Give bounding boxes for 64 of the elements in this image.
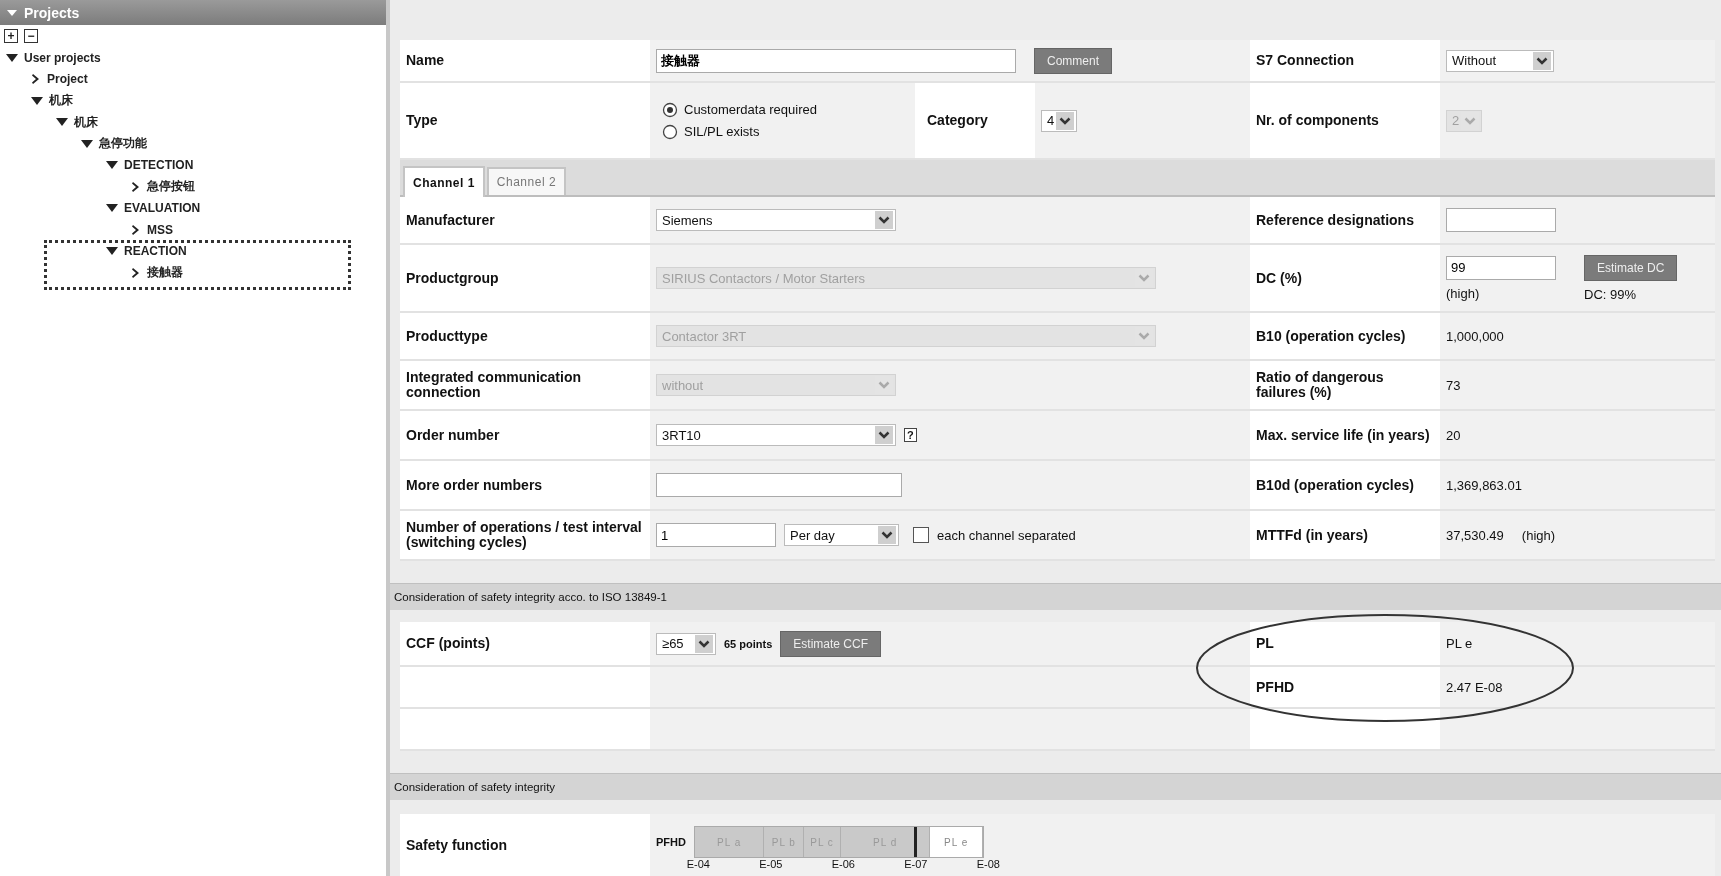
text-field[interactable] bbox=[656, 473, 902, 497]
field-note: (high) bbox=[1446, 285, 1481, 301]
chevron-down-icon bbox=[695, 634, 713, 653]
help-button[interactable]: ? bbox=[904, 428, 917, 442]
text-field[interactable] bbox=[1446, 208, 1556, 232]
radio-button[interactable] bbox=[662, 123, 678, 140]
tree-item[interactable]: User projects bbox=[24, 50, 101, 65]
result-value: PL e bbox=[1440, 622, 1715, 667]
estimate-ccf-button[interactable]: Estimate CCF bbox=[780, 630, 881, 657]
text-field[interactable]: 1 bbox=[656, 523, 776, 547]
radio-button[interactable] bbox=[662, 101, 678, 118]
checkbox-label: each channel separated bbox=[937, 527, 1076, 543]
result-value: 2.47 E-08 bbox=[1440, 667, 1715, 709]
text-field[interactable]: 99 bbox=[1446, 255, 1556, 280]
tab[interactable]: Channel 2 bbox=[486, 167, 567, 195]
tree-item[interactable]: 接触器 bbox=[147, 264, 183, 282]
tree-item[interactable]: 机床 bbox=[49, 92, 73, 110]
scale-label: PFHD bbox=[656, 836, 686, 848]
tick-label: E-06 bbox=[831, 858, 855, 870]
chevron-down-icon bbox=[1056, 111, 1074, 130]
tree-item[interactable]: 机床 bbox=[74, 113, 98, 131]
chevron-down-icon bbox=[1533, 51, 1551, 70]
field-value: 37,530.49 bbox=[1446, 527, 1504, 543]
points-text: 65 points bbox=[724, 637, 773, 650]
tick-label: E-07 bbox=[904, 858, 928, 870]
tab[interactable]: Channel 1 bbox=[403, 166, 485, 197]
field-value: 20 bbox=[1446, 427, 1461, 443]
tree-item[interactable]: 急停按钮 bbox=[147, 178, 195, 196]
field-value: 73 bbox=[1446, 377, 1461, 393]
chevron-down-icon bbox=[875, 211, 893, 229]
tree-item[interactable]: DETECTION bbox=[124, 158, 194, 173]
field-note: (high) bbox=[1521, 527, 1556, 543]
dropdown[interactable]: Siemens bbox=[656, 209, 896, 231]
tree-item[interactable]: MSS bbox=[147, 222, 173, 237]
tick-label: E-05 bbox=[759, 858, 783, 870]
chevron-down-icon bbox=[878, 526, 896, 544]
tree-item[interactable]: REACTION bbox=[124, 244, 187, 259]
field-value: 1,000,000 bbox=[1446, 328, 1504, 344]
dropdown[interactable]: Without bbox=[1446, 49, 1554, 72]
tree-item[interactable]: 急停功能 bbox=[99, 135, 147, 153]
tree-item[interactable]: Project bbox=[47, 72, 88, 87]
checkbox[interactable] bbox=[913, 527, 929, 543]
dropdown[interactable]: ≥65 bbox=[656, 632, 716, 655]
field-label: Category bbox=[915, 83, 1035, 158]
tree-item[interactable]: EVALUATION bbox=[124, 201, 201, 216]
dropdown[interactable]: 4 bbox=[1041, 109, 1077, 132]
chevron-down-icon bbox=[875, 426, 893, 444]
section-header: Consideration of safety integrity acco. to ISO 13849-1 bbox=[390, 583, 1721, 610]
option-label: SIL/PL exists bbox=[684, 124, 760, 139]
comment-button[interactable]: Comment bbox=[1034, 47, 1112, 74]
dropdown[interactable]: Per day bbox=[784, 524, 899, 546]
option-label: Customerdata required bbox=[684, 102, 817, 117]
section-header: Consideration of safety integrity bbox=[390, 773, 1721, 800]
name-field[interactable]: 接触器 bbox=[656, 48, 1016, 73]
field-value: 1,369,863.01 bbox=[1446, 477, 1522, 493]
tick-label: E-08 bbox=[976, 858, 1000, 870]
panel-title: Projects bbox=[24, 4, 80, 21]
scale-segment: PL e bbox=[930, 827, 983, 857]
dropdown[interactable]: 3RT10 bbox=[656, 424, 896, 446]
result-text: DC: 99% bbox=[1584, 286, 1638, 302]
estimate-dc-button[interactable]: Estimate DC bbox=[1584, 254, 1678, 281]
collapse-all-button[interactable]: − bbox=[24, 29, 38, 43]
expand-all-button[interactable]: + bbox=[4, 29, 18, 43]
tick-label: E-04 bbox=[686, 858, 710, 870]
